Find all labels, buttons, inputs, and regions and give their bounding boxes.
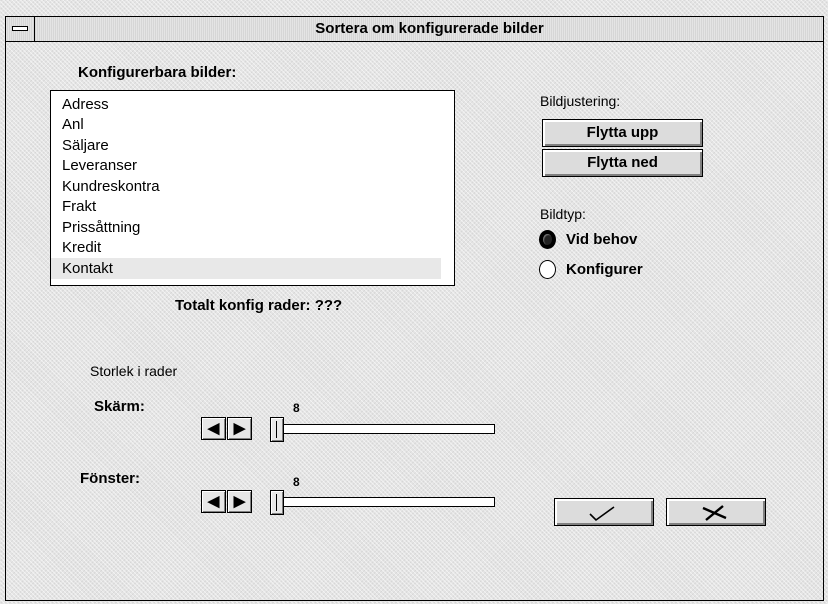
screen-slider-track[interactable]	[270, 424, 495, 434]
window-slider-track[interactable]	[270, 497, 495, 507]
window-title: Sortera om konfigurerade bilder	[315, 20, 544, 37]
ok-button[interactable]	[554, 498, 654, 526]
x-cross-icon	[702, 505, 727, 521]
list-item[interactable]: Adress	[62, 94, 452, 115]
type-heading: Bildtyp:	[540, 206, 586, 222]
list-heading: Konfigurerbara bilder:	[78, 64, 237, 81]
screen-decrease-button[interactable]: ◀	[201, 417, 226, 440]
screen-label: Skärm:	[94, 398, 145, 415]
arrow-right-icon: ▶	[233, 420, 246, 437]
list-item[interactable]: Leveranser	[62, 155, 452, 176]
screen-increase-button[interactable]: ▶	[227, 417, 252, 440]
arrow-right-icon: ▶	[233, 493, 246, 510]
adjust-heading: Bildjustering:	[540, 93, 621, 109]
checkmark-icon	[589, 506, 615, 522]
list-item-selected[interactable]: Kontakt	[51, 258, 441, 279]
window-decrease-button[interactable]: ◀	[201, 490, 226, 513]
window-increase-button[interactable]: ▶	[227, 490, 252, 513]
window-value: 8	[293, 475, 300, 489]
radio-konfigurer[interactable]	[539, 260, 556, 279]
radio-label-vid-behov: Vid behov	[566, 231, 638, 248]
window-slider-thumb[interactable]	[270, 490, 284, 515]
list-item[interactable]: Anl	[62, 114, 452, 135]
list-item[interactable]: Kundreskontra	[62, 176, 452, 197]
arrow-left-icon: ◀	[207, 493, 220, 510]
arrow-left-icon: ◀	[207, 420, 220, 437]
list-item[interactable]: Kredit	[62, 237, 452, 258]
list-item[interactable]: Säljare	[62, 135, 452, 156]
system-menu-icon	[12, 26, 28, 31]
size-heading: Storlek i rader	[90, 363, 178, 379]
window-label: Fönster:	[80, 470, 140, 487]
radio-label-konfigurer: Konfigurer	[566, 261, 643, 278]
total-rows-label: Totalt konfig rader: ???	[175, 297, 343, 314]
cancel-button[interactable]	[666, 498, 766, 526]
screen-slider-thumb[interactable]	[270, 417, 284, 442]
system-menu-button[interactable]	[5, 16, 35, 42]
image-listbox[interactable]: Adress Anl Säljare Leveranser Kundreskon…	[50, 90, 455, 286]
move-up-button[interactable]: Flytta upp	[542, 119, 703, 147]
screen-value: 8	[293, 401, 300, 415]
radio-vid-behov[interactable]	[539, 230, 556, 249]
move-down-button[interactable]: Flytta ned	[542, 149, 703, 177]
list-item[interactable]: Prissåttning	[62, 217, 452, 238]
list-item[interactable]: Frakt	[62, 196, 452, 217]
